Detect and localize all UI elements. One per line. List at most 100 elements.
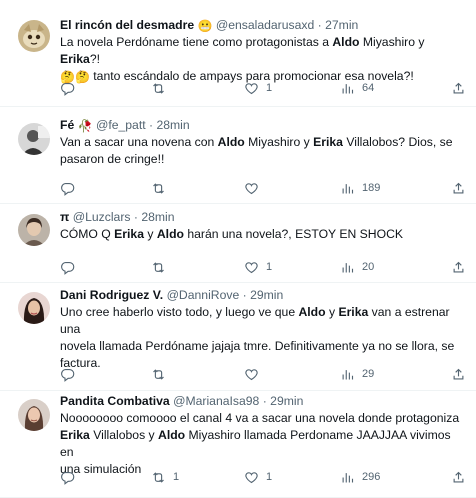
tweet-text: Noooooooo comoooo el canal 4 va a sacar …	[60, 411, 460, 476]
separator-dot: ·	[133, 210, 138, 224]
author-handle[interactable]: @MarianaIsa98	[173, 394, 259, 408]
reply-icon	[61, 368, 75, 382]
retweet-button[interactable]	[151, 259, 173, 275]
separator-dot: ·	[242, 288, 247, 302]
tweet-text: Uno cree haberlo visto todo, y luego ve …	[60, 305, 455, 370]
author-name[interactable]: π	[60, 210, 69, 224]
author-name[interactable]: El rincón del desmadre	[60, 18, 194, 32]
timestamp[interactable]: 28min	[141, 210, 174, 224]
tweet-text: La novela Perdóname tiene como protagoni…	[60, 35, 425, 84]
reply-button[interactable]	[60, 366, 82, 382]
tweet-3[interactable]: π @Luzclars · 28min CÓMO Q Erika y Aldo …	[0, 204, 476, 283]
share-icon	[453, 471, 464, 482]
views-button[interactable]: 296	[340, 469, 380, 485]
reply-icon	[61, 82, 75, 96]
like-button[interactable]: 1	[244, 259, 272, 275]
share-icon	[453, 82, 464, 93]
tweet-5[interactable]: Pandita Combativa @MarianaIsa98 · 29min …	[0, 391, 476, 498]
retweet-button[interactable]: 1	[151, 469, 179, 485]
views-button[interactable]: 20	[340, 259, 374, 275]
view-count: 64	[362, 82, 375, 94]
views-button[interactable]: 64	[340, 80, 374, 96]
avatar[interactable]	[18, 399, 50, 431]
heart-icon	[245, 182, 258, 194]
like-count: 1	[266, 82, 273, 94]
reply-button[interactable]	[60, 469, 82, 485]
reply-icon	[61, 261, 75, 275]
author-handle[interactable]: @fe_patt	[96, 118, 146, 132]
share-button[interactable]	[451, 366, 466, 382]
view-count: 29	[362, 368, 375, 380]
views-chart-icon	[342, 472, 354, 482]
author-handle[interactable]: @ensaladarusaxd	[216, 18, 314, 32]
retweet-count: 1	[173, 471, 180, 483]
like-button[interactable]: 1	[244, 80, 272, 96]
retweet-button[interactable]	[151, 80, 173, 96]
action-bar: 1 64	[60, 80, 464, 96]
reply-button[interactable]	[60, 180, 82, 196]
action-bar: 189	[60, 180, 464, 196]
like-count: 1	[266, 261, 273, 273]
avatar[interactable]	[18, 292, 50, 324]
action-bar: 29	[60, 366, 464, 382]
like-button[interactable]	[244, 366, 266, 382]
tweet-feed: El rincón del desmadre 😬 @ensaladarusaxd…	[0, 0, 476, 498]
like-count: 1	[266, 471, 273, 483]
views-chart-icon	[342, 262, 354, 272]
timestamp[interactable]: 29min	[270, 394, 303, 408]
reply-icon	[61, 182, 75, 196]
reply-button[interactable]	[60, 80, 82, 96]
share-button[interactable]	[451, 469, 466, 485]
wilted-flower-emoji-icon: 🥀	[77, 119, 93, 133]
separator-dot: ·	[262, 394, 267, 408]
views-chart-icon	[342, 83, 354, 93]
heart-icon	[245, 82, 258, 94]
avatar[interactable]	[18, 123, 50, 155]
views-button[interactable]: 189	[340, 180, 380, 196]
action-bar: 1 1 296	[60, 469, 464, 485]
author-handle[interactable]: @DanniRove	[167, 288, 240, 302]
author-name[interactable]: Dani Rodriguez V.	[60, 288, 163, 302]
separator-dot: ·	[149, 118, 154, 132]
retweet-button[interactable]	[151, 366, 173, 382]
like-button[interactable]	[244, 180, 266, 196]
heart-icon	[245, 368, 258, 380]
share-icon	[453, 368, 464, 379]
share-button[interactable]	[451, 259, 466, 275]
views-button[interactable]: 29	[340, 366, 374, 382]
tweet-2[interactable]: Fé 🥀 @fe_patt · 28min Van a sacar una no…	[0, 107, 476, 204]
timestamp[interactable]: 28min	[156, 118, 189, 132]
heart-icon	[245, 261, 258, 273]
timestamp[interactable]: 29min	[250, 288, 283, 302]
retweet-icon	[153, 261, 164, 273]
separator-dot: ·	[317, 18, 322, 32]
reply-button[interactable]	[60, 259, 82, 275]
reply-icon	[61, 471, 75, 485]
like-button[interactable]: 1	[244, 469, 272, 485]
author-name[interactable]: Fé	[60, 118, 74, 132]
view-count: 189	[362, 182, 381, 194]
retweet-icon	[153, 182, 164, 194]
grimacing-emoji-icon: 😬	[197, 19, 213, 33]
view-count: 20	[362, 261, 375, 273]
timestamp[interactable]: 27min	[325, 18, 358, 32]
tweet-4[interactable]: Dani Rodriguez V. @DanniRove · 29min Uno…	[0, 283, 476, 391]
tweet-text: CÓMO Q Erika y Aldo harán una novela?, E…	[60, 227, 403, 241]
view-count: 296	[362, 471, 381, 483]
avatar[interactable]	[18, 214, 50, 246]
action-bar: 1 20	[60, 259, 464, 275]
avatar[interactable]	[18, 20, 50, 52]
share-icon	[453, 182, 464, 193]
share-button[interactable]	[451, 80, 466, 96]
author-handle[interactable]: @Luzclars	[73, 210, 131, 224]
retweet-icon	[153, 368, 164, 380]
heart-icon	[245, 471, 258, 483]
share-icon	[453, 261, 464, 272]
views-chart-icon	[342, 183, 354, 193]
retweet-icon	[153, 82, 164, 94]
author-name[interactable]: Pandita Combativa	[60, 394, 170, 408]
share-button[interactable]	[451, 180, 466, 196]
tweet-1[interactable]: El rincón del desmadre 😬 @ensaladarusaxd…	[0, 0, 476, 107]
retweet-button[interactable]	[151, 180, 173, 196]
retweet-icon	[153, 471, 164, 483]
